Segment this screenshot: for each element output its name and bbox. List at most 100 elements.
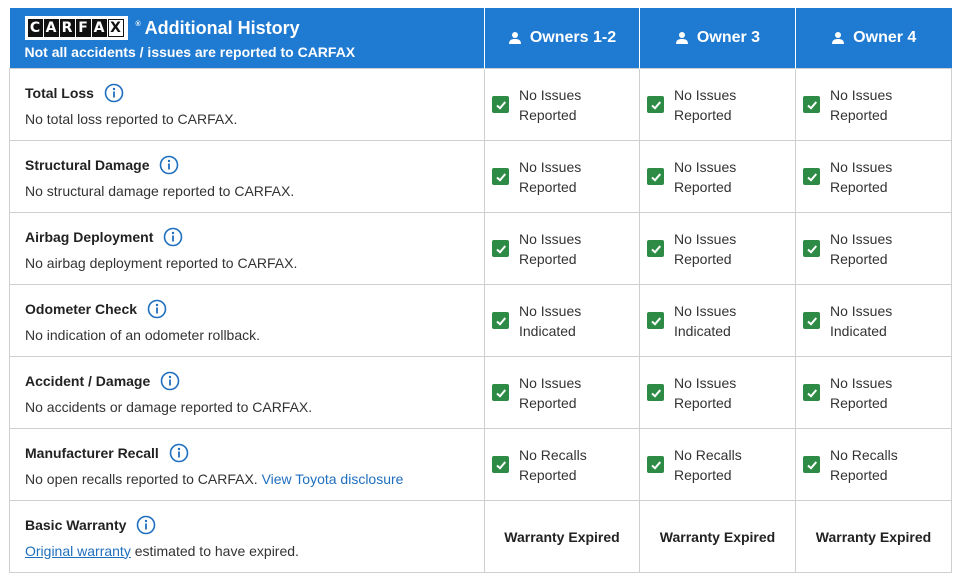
status-cell: No Issues Reported [484, 356, 640, 429]
status-text: No Issues Reported [830, 86, 893, 123]
checkmark-icon [647, 456, 664, 473]
status-cell: No Issues Reported [484, 140, 640, 213]
status-cell: No Recalls Reported [795, 428, 952, 501]
row-title: Accident / Damage [25, 372, 151, 389]
status-text: No Recalls Reported [674, 446, 742, 483]
warranty-status: Warranty Expired [484, 500, 640, 573]
row-title: Structural Damage [25, 156, 150, 173]
owner-column-label: Owners 1-2 [529, 29, 617, 46]
checkmark-icon [803, 240, 820, 257]
status-text: No Issues Indicated [674, 302, 737, 339]
status-text: No Recalls Reported [519, 446, 587, 483]
header-row: CARFAX ® Additional History Not all acci… [9, 8, 952, 69]
status-text: No Issues Indicated [519, 302, 582, 339]
row-description: Structural Damage No structural damage r… [9, 140, 485, 213]
checkmark-icon [803, 312, 820, 329]
checkmark-icon [803, 384, 820, 401]
page-subtitle: Not all accidents / issues are reported … [24, 44, 356, 60]
row-text: No indication of an odometer rollback. [25, 326, 261, 343]
row-description: Basic Warranty Original warranty estimat… [9, 500, 485, 573]
row-text: Original warranty estimated to have expi… [25, 543, 484, 559]
logo-letter: X [107, 19, 124, 37]
owner-column-label: Owner 4 [853, 29, 917, 46]
table-row: Odometer Check No indication of an odome… [9, 284, 952, 357]
info-icon[interactable] [136, 515, 156, 535]
owner-column-label: Owner 3 [696, 29, 761, 46]
toyota-disclosure-link[interactable]: View Toyota disclosure [262, 471, 404, 487]
status-text: No Issues Reported [519, 86, 582, 123]
status-text: No Recalls Reported [830, 446, 898, 483]
info-icon[interactable] [160, 371, 180, 391]
status-text: No Issues Reported [830, 158, 893, 195]
logo-letter: C [27, 19, 43, 37]
info-icon[interactable] [159, 155, 179, 175]
logo-letter: R [59, 19, 75, 37]
history-table: CARFAX ® Additional History Not all acci… [9, 8, 952, 573]
row-text: No structural damage reported to CARFAX. [25, 182, 295, 199]
row-title: Basic Warranty [25, 516, 127, 533]
status-text: No Issues Reported [519, 230, 582, 267]
header-brand-cell: CARFAX ® Additional History Not all acci… [9, 8, 485, 69]
status-text: No Issues Reported [830, 374, 893, 411]
status-cell: No Issues Reported [639, 356, 796, 429]
status-cell: No Issues Indicated [795, 284, 952, 357]
checkmark-icon [492, 312, 509, 329]
checkmark-icon [492, 456, 509, 473]
status-text: No Issues Reported [519, 158, 582, 195]
row-title: Odometer Check [25, 300, 138, 317]
status-cell: No Issues Reported [639, 212, 796, 285]
table-row: Structural Damage No structural damage r… [9, 140, 952, 213]
checkmark-icon [647, 384, 664, 401]
row-description: Airbag Deployment No airbag deployment r… [9, 212, 485, 285]
checkmark-icon [803, 456, 820, 473]
additional-history-panel: CARFAX ® Additional History Not all acci… [9, 8, 952, 573]
checkmark-icon [803, 96, 820, 113]
row-text: No total loss reported to CARFAX. [25, 110, 238, 127]
checkmark-icon [492, 168, 509, 185]
checkmark-icon [647, 96, 664, 113]
row-text-content: estimated to have expired. [134, 542, 299, 559]
person-icon [675, 32, 688, 44]
status-text: No Issues Reported [674, 374, 737, 411]
logo-letter: A [91, 19, 107, 37]
checkmark-icon [647, 312, 664, 329]
status-cell: No Issues Reported [795, 68, 952, 141]
checkmark-icon [492, 240, 509, 257]
status-cell: No Issues Reported [484, 212, 640, 285]
status-text: No Issues Reported [830, 230, 893, 267]
row-description: Manufacturer Recall No open recalls repo… [9, 428, 485, 501]
person-icon [508, 32, 521, 44]
info-icon[interactable] [163, 227, 183, 247]
checkmark-icon [647, 240, 664, 257]
row-title: Airbag Deployment [25, 228, 154, 245]
info-icon[interactable] [169, 443, 189, 463]
info-icon[interactable] [147, 299, 167, 319]
row-title: Total Loss [25, 84, 94, 101]
table-row: Basic Warranty Original warranty estimat… [9, 500, 952, 573]
checkmark-icon [492, 384, 509, 401]
owner-column-header: Owners 1-2 [484, 8, 640, 69]
carfax-logo: CARFAX [24, 16, 128, 40]
status-cell: No Issues Reported [639, 140, 796, 213]
warranty-status: Warranty Expired [795, 500, 952, 573]
warranty-status: Warranty Expired [639, 500, 796, 573]
page-title: Additional History [144, 17, 300, 38]
status-cell: No Issues Reported [795, 212, 952, 285]
original-warranty-link[interactable]: Original warranty [25, 543, 131, 559]
row-description: Odometer Check No indication of an odome… [9, 284, 485, 357]
owner-column-header: Owner 4 [795, 8, 952, 69]
status-text: No Issues Reported [674, 86, 737, 123]
status-cell: No Issues Indicated [639, 284, 796, 357]
checkmark-icon [492, 96, 509, 113]
info-icon[interactable] [104, 83, 124, 103]
logo-letter: F [75, 19, 91, 37]
status-text: No Issues Indicated [830, 302, 893, 339]
row-description: Total Loss No total loss reported to CAR… [9, 68, 485, 141]
status-cell: No Issues Reported [795, 140, 952, 213]
person-icon [832, 32, 845, 44]
status-cell: No Issues Reported [484, 68, 640, 141]
status-cell: No Issues Indicated [484, 284, 640, 357]
row-description: Accident / Damage No accidents or damage… [9, 356, 485, 429]
checkmark-icon [803, 168, 820, 185]
status-cell: No Recalls Reported [639, 428, 796, 501]
